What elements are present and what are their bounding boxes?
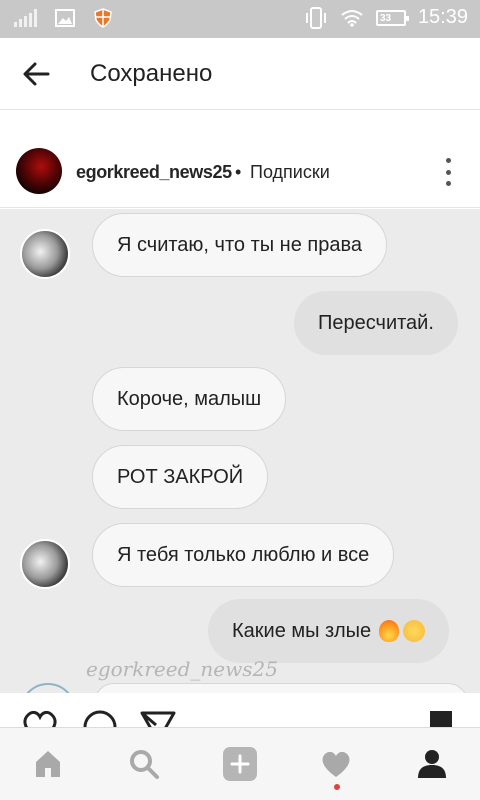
partial-avatar: [20, 683, 76, 693]
message-bubble: Какие мы злые: [208, 599, 450, 663]
arrow-left-icon[interactable]: [20, 58, 52, 90]
message-text: Пересчитай.: [318, 311, 434, 334]
message-text: Короче, малыш: [117, 387, 262, 410]
share-icon[interactable]: [138, 709, 178, 727]
separator-dot: •: [235, 162, 242, 182]
sender-avatar: [20, 229, 70, 279]
activity-heart-icon[interactable]: [318, 746, 354, 782]
post-image: Я считаю, что ты не права Пересчитай. Ко…: [0, 209, 480, 693]
message-bubble: Короче, малыш: [92, 367, 287, 431]
message-text: Какие мы злые: [232, 619, 372, 642]
status-bar: 33 15:39: [0, 0, 480, 38]
profile-icon[interactable]: [414, 746, 450, 782]
home-icon[interactable]: [30, 746, 66, 782]
vibrate-icon: [305, 6, 326, 29]
more-vertical-icon[interactable]: [444, 158, 452, 186]
message-text: Я считаю, что ты не права: [117, 233, 362, 256]
sender-avatar: [20, 539, 70, 589]
bottom-navigation: [0, 727, 480, 800]
message-text: Я тебя только люблю и все: [117, 543, 370, 566]
battery-icon: 33: [375, 9, 409, 26]
battery-level: 33: [379, 12, 392, 24]
message-bubble: Я считаю, что ты не права: [92, 213, 387, 277]
fire-emoji-icon: [379, 620, 400, 642]
shield-notification-icon: [94, 8, 112, 28]
partial-message-bubble: [94, 683, 468, 693]
app-bar: Сохранено: [0, 38, 480, 110]
status-left: [14, 8, 113, 28]
add-icon[interactable]: [222, 746, 258, 782]
status-time: 15:39: [417, 6, 468, 28]
following-status[interactable]: Подписки: [250, 162, 330, 183]
watermark: egorkreed_news25: [86, 657, 278, 681]
post-actions: [0, 693, 480, 727]
message-text: РОТ ЗАКРОЙ: [117, 465, 244, 488]
status-right: 33 15:39: [304, 6, 468, 29]
message-bubble: Я тебя только люблю и все: [92, 523, 395, 587]
gallery-notification-icon: [55, 9, 75, 27]
bookmark-icon[interactable]: [428, 709, 454, 727]
signal-icon: [14, 9, 37, 27]
wifi-icon: [341, 9, 363, 27]
message-bubble: РОТ ЗАКРОЙ: [92, 445, 269, 509]
search-icon[interactable]: [126, 746, 162, 782]
post-header: egorkreed_news25 • Подписки: [0, 140, 480, 208]
author-username[interactable]: egorkreed_news25: [76, 162, 232, 183]
emoji-group: [379, 620, 426, 642]
like-heart-icon[interactable]: [20, 709, 60, 727]
author-avatar[interactable]: [16, 148, 62, 194]
page-title: Сохранено: [90, 60, 213, 87]
notification-dot: [334, 784, 340, 790]
laughing-emoji-icon: [403, 620, 426, 642]
message-bubble: Пересчитай.: [294, 291, 458, 355]
comment-icon[interactable]: [80, 709, 120, 727]
